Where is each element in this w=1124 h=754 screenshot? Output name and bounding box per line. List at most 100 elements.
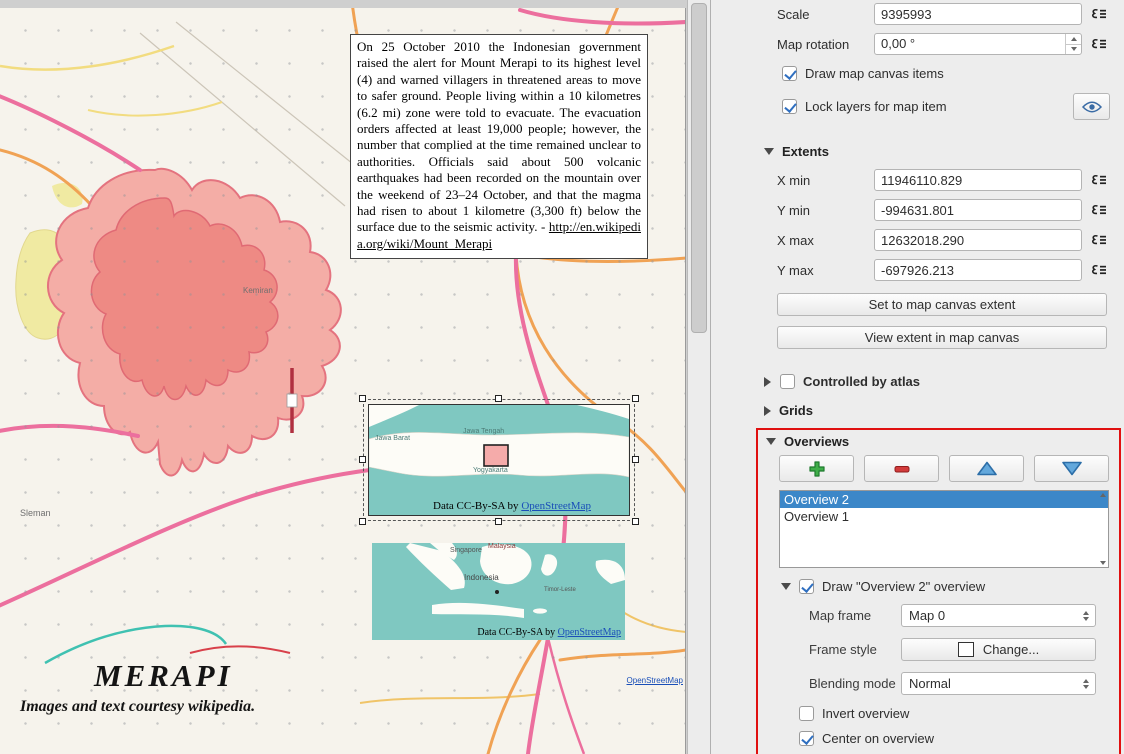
add-overview-button[interactable] (779, 455, 854, 482)
item-properties-panel: Scale Map rotation 0,00 ° Draw map (710, 0, 1124, 754)
selection-handle[interactable] (359, 456, 366, 463)
ymax-label: Y max (777, 263, 874, 278)
scrollbar-thumb[interactable] (691, 3, 707, 333)
region-label: Yogyakarta (473, 467, 508, 474)
combo-arrows-icon (1079, 611, 1095, 621)
scroll-up-icon[interactable] (1100, 493, 1106, 497)
collapse-triangle-icon[interactable] (766, 438, 776, 445)
collapse-triangle-icon[interactable] (781, 583, 791, 590)
ymin-label: Y min (777, 203, 874, 218)
invert-overview-label: Invert overview (822, 706, 909, 721)
country-label: Singapore (450, 547, 482, 554)
osm-edge-credit: OpenStreetMap (627, 676, 683, 685)
scale-label: Scale (777, 7, 874, 22)
frame-style-swatch (958, 642, 974, 657)
blending-mode-value: Normal (909, 676, 1079, 691)
ymin-input[interactable] (874, 199, 1082, 221)
combo-arrows-icon (1079, 679, 1095, 689)
expand-triangle-icon[interactable] (764, 406, 771, 416)
grids-section-title: Grids (779, 403, 813, 418)
selection-handle[interactable] (359, 518, 366, 525)
scale-input[interactable] (874, 3, 1082, 25)
rotation-label: Map rotation (777, 37, 874, 52)
list-item-overview-1[interactable]: Overview 1 (780, 508, 1108, 525)
overview-map-item-selected[interactable]: Jawa Barat Jawa Tengah Yogyakarta Data C… (368, 404, 630, 516)
region-label: Jawa Barat (375, 435, 410, 442)
overview-map-1: Jawa Barat Jawa Tengah Yogyakarta Data C… (368, 404, 630, 516)
data-defined-override-icon[interactable] (1086, 261, 1110, 279)
data-defined-override-icon[interactable] (1086, 201, 1110, 219)
list-item-overview-2[interactable]: Overview 2 (780, 491, 1108, 508)
invert-overview-checkbox[interactable] (799, 706, 814, 721)
openstreetmap-link[interactable]: OpenStreetMap (521, 500, 591, 512)
map-frame-combo[interactable]: Map 0 (901, 604, 1096, 627)
overview-map-2: Singapore Malaysia Indonesia Timor-Leste… (372, 543, 625, 640)
overviews-list: Overview 2 Overview 1 (779, 490, 1109, 568)
ymax-input[interactable] (874, 259, 1082, 281)
map-title[interactable]: MERAPI (94, 658, 233, 694)
lock-layers-checkbox[interactable] (782, 99, 797, 114)
draw-canvas-items-label: Draw map canvas items (805, 66, 944, 81)
place-label: Kemiran (243, 286, 273, 295)
map-subtitle[interactable]: Images and text courtesy wikipedia. (20, 698, 255, 716)
extent-indicator-rect (484, 445, 508, 466)
xmin-label: X min (777, 173, 874, 188)
collapse-triangle-icon[interactable] (764, 148, 774, 155)
rotation-spinbox[interactable]: 0,00 ° (874, 33, 1082, 55)
change-button-label: Change... (983, 642, 1039, 657)
layer-visibility-preset-button[interactable] (1073, 93, 1110, 120)
region-label: Jawa Tengah (463, 428, 504, 435)
xmin-input[interactable] (874, 169, 1082, 191)
view-extent-in-map-canvas-button[interactable]: View extent in map canvas (777, 326, 1107, 349)
controlled-by-atlas-label: Controlled by atlas (803, 374, 920, 389)
draw-overview-checkbox[interactable] (799, 579, 814, 594)
selection-handle[interactable] (495, 395, 502, 402)
list-scrollbar[interactable] (1098, 491, 1108, 567)
draw-overview-label: Draw "Overview 2" overview (822, 579, 985, 594)
osm-credit: Data CC-By-SA by OpenStreetMap (477, 627, 621, 638)
java-map-graphic (369, 405, 629, 515)
spin-down-button[interactable] (1066, 44, 1081, 55)
move-overview-down-button[interactable] (1034, 455, 1109, 482)
scroll-down-icon[interactable] (1100, 561, 1106, 565)
arrow-up-icon (977, 461, 997, 476)
osm-credit: Data CC-By-SA by OpenStreetMap (433, 500, 591, 512)
selection-handle[interactable] (359, 395, 366, 402)
xmax-input[interactable] (874, 229, 1082, 251)
set-to-map-canvas-extent-button[interactable]: Set to map canvas extent (777, 293, 1107, 316)
qgis-composer-window: Sleman Kemiran On 25 October 2010 the In… (0, 0, 1124, 754)
data-defined-override-icon[interactable] (1086, 171, 1110, 189)
indonesia-map-graphic (372, 543, 625, 640)
blending-mode-combo[interactable]: Normal (901, 672, 1096, 695)
selection-handle[interactable] (632, 518, 639, 525)
data-defined-override-icon[interactable] (1086, 5, 1110, 23)
map-point-marker (495, 590, 499, 594)
openstreetmap-link[interactable]: OpenStreetMap (558, 627, 621, 638)
controlled-by-atlas-checkbox[interactable] (780, 374, 795, 389)
annotation-text-item[interactable]: On 25 October 2010 the Indonesian govern… (350, 34, 648, 259)
center-on-overview-checkbox[interactable] (799, 731, 814, 746)
selection-handle[interactable] (632, 395, 639, 402)
lock-layers-label: Lock layers for map item (805, 99, 947, 114)
remove-overview-button[interactable] (864, 455, 939, 482)
place-label: Sleman (20, 508, 51, 518)
eye-icon (1082, 100, 1102, 114)
country-label: Timor-Leste (544, 587, 576, 593)
composer-page: Sleman Kemiran On 25 October 2010 the In… (0, 8, 686, 754)
draw-canvas-items-checkbox[interactable] (782, 66, 797, 81)
data-defined-override-icon[interactable] (1086, 231, 1110, 249)
spin-up-button[interactable] (1066, 34, 1081, 44)
selection-handle[interactable] (632, 456, 639, 463)
canvas-vertical-scrollbar[interactable] (687, 0, 710, 754)
expand-triangle-icon[interactable] (764, 377, 771, 387)
composition-canvas: Sleman Kemiran On 25 October 2010 the In… (0, 0, 710, 754)
move-overview-up-button[interactable] (949, 455, 1024, 482)
frame-style-label: Frame style (809, 642, 901, 657)
data-defined-override-icon[interactable] (1086, 35, 1110, 53)
map-frame-value: Map 0 (909, 608, 1079, 623)
overviews-section-title: Overviews (784, 434, 849, 449)
change-frame-style-button[interactable]: Change... (901, 638, 1096, 661)
overviews-section-highlight: Overviews Overview 2 Overview 1 (756, 428, 1121, 754)
overview-map-item-2[interactable]: Singapore Malaysia Indonesia Timor-Leste… (372, 543, 625, 640)
selection-handle[interactable] (495, 518, 502, 525)
